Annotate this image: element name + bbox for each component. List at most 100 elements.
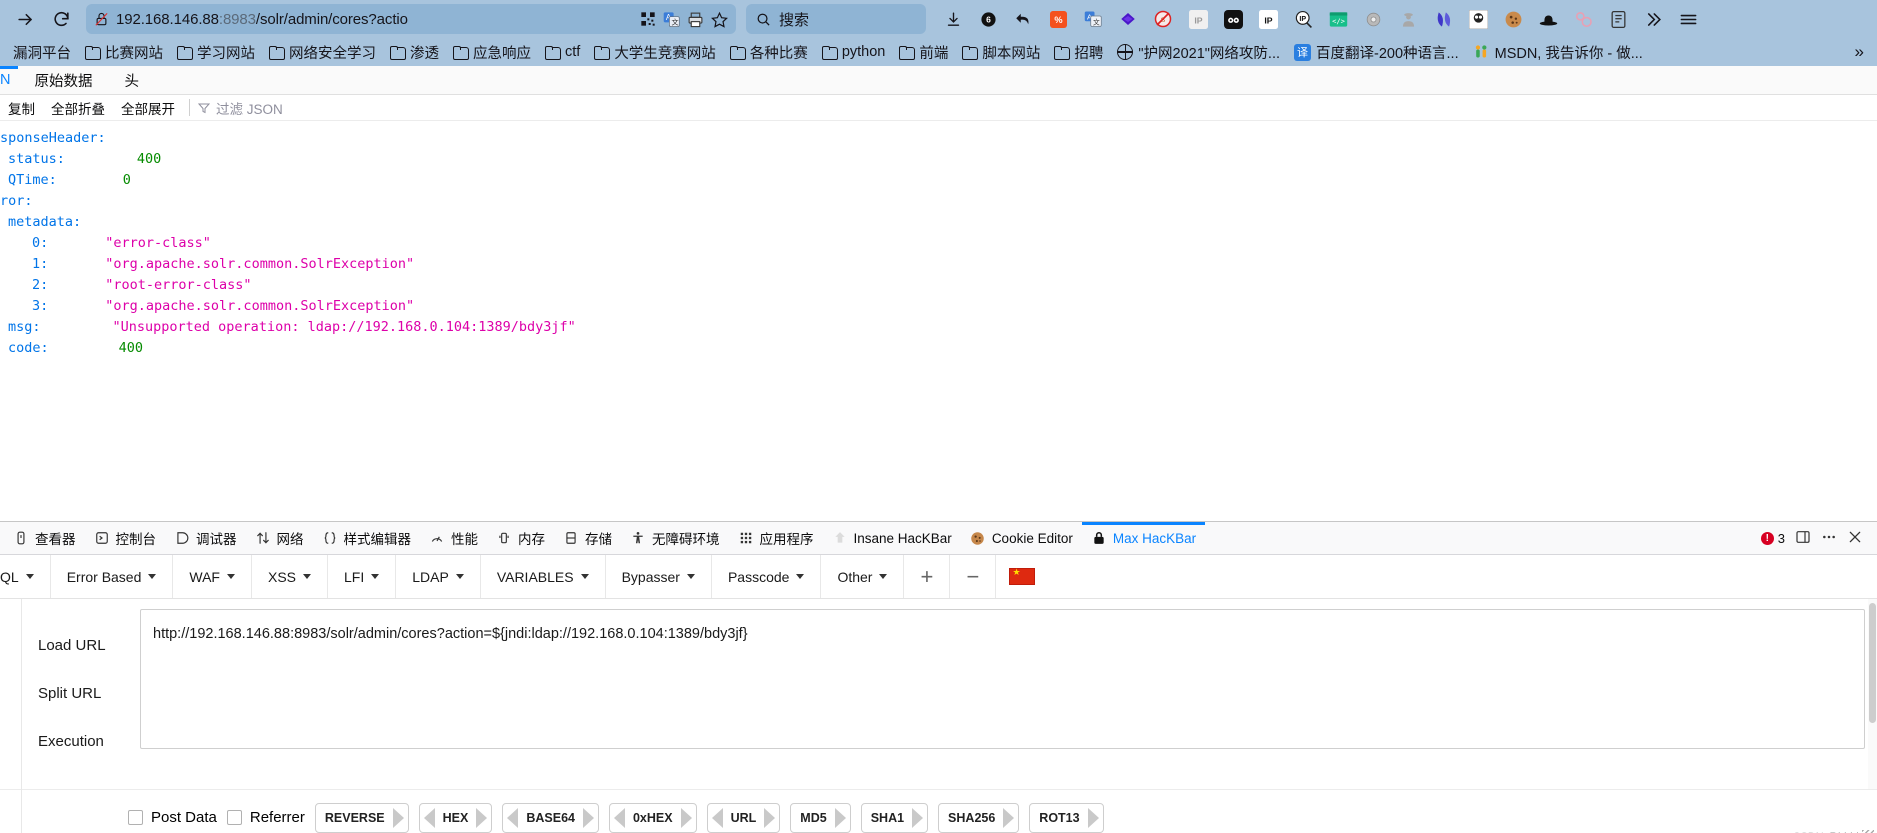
spy-person-icon[interactable] — [1393, 4, 1423, 34]
collapse-all-button[interactable]: 全部折叠 — [43, 98, 113, 118]
encode-arrow-right-icon[interactable] — [912, 807, 924, 828]
encode-arrow-right-icon[interactable] — [392, 807, 404, 828]
bookmark-item[interactable]: 各种比赛 — [723, 40, 815, 65]
json-row[interactable]: 1: "org.apache.solr.common.SolrException" — [0, 253, 1877, 274]
bookmark-item[interactable]: 学习网站 — [170, 40, 262, 65]
hamburger-menu-icon[interactable] — [1673, 4, 1703, 34]
encode-arrow-right-icon[interactable] — [680, 807, 692, 828]
address-bar[interactable]: 192.168.146.88:8983/solr/admin/cores?act… — [86, 4, 736, 34]
devtools-tab-performance[interactable]: 性能 — [420, 522, 487, 554]
encoder-reverse[interactable]: REVERSE — [314, 802, 409, 833]
json-row[interactable]: 3: "org.apache.solr.common.SolrException" — [0, 295, 1877, 316]
print-icon[interactable] — [687, 11, 704, 28]
add-tab-button[interactable]: + — [904, 555, 951, 598]
bookmark-item[interactable]: 译百度翻译-200种语言... — [1287, 40, 1466, 65]
encode-arrow-right-icon[interactable] — [764, 807, 776, 828]
gear-icon[interactable] — [1358, 4, 1388, 34]
ip-dark-icon[interactable]: IP — [1253, 4, 1283, 34]
close-devtools-button[interactable] — [1847, 529, 1863, 548]
hackbar-menu-passcode[interactable]: Passcode — [712, 555, 822, 598]
bookmark-item[interactable]: 漏洞平台 — [6, 40, 78, 65]
encode-arrow-right-icon[interactable] — [582, 807, 594, 828]
wave-blue-icon[interactable] — [1428, 4, 1458, 34]
devtools-tab-inspector[interactable]: 查看器 — [4, 522, 85, 554]
json-filter-input[interactable]: 过滤 JSON — [196, 98, 283, 118]
reload-button[interactable] — [44, 2, 78, 36]
hackbar-menu-xss[interactable]: XSS — [252, 555, 328, 598]
bookmark-item[interactable]: "护网2021"网络攻防... — [1110, 40, 1287, 65]
encoder-url[interactable]: URL — [706, 802, 781, 833]
encode-arrow-right-icon[interactable] — [834, 807, 846, 828]
bookmark-item[interactable]: 招聘 — [1047, 40, 1110, 65]
search-bar[interactable]: 搜索 — [746, 4, 926, 34]
panda-photo-icon[interactable] — [1463, 4, 1493, 34]
devtools-tab-application[interactable]: 应用程序 — [729, 522, 823, 554]
hackbar-menu-error-based[interactable]: Error Based — [51, 555, 174, 598]
hackbar-menu-waf[interactable]: WAF — [173, 555, 252, 598]
translate-icon[interactable]: A文 — [663, 11, 680, 28]
json-row[interactable]: msg: "Unsupported operation: ldap://192.1… — [0, 316, 1877, 337]
encode-arrow-right-icon[interactable] — [1087, 807, 1099, 828]
bookmark-item[interactable]: 网络安全学习 — [262, 40, 383, 65]
bookmark-item[interactable]: 比赛网站 — [78, 40, 170, 65]
encode-arrow-right-icon[interactable] — [476, 807, 488, 828]
bookmark-item[interactable]: 脚本网站 — [955, 40, 1047, 65]
forward-button[interactable] — [8, 2, 42, 36]
hackbar-menu-other[interactable]: Other — [821, 555, 905, 598]
devtools-tab-console[interactable]: 控制台 — [85, 522, 166, 554]
json-row[interactable]: 2: "root-error-class" — [0, 274, 1877, 295]
downloads-icon[interactable] — [938, 4, 968, 34]
translate-ab-icon[interactable]: A文 — [1078, 4, 1108, 34]
devtools-tab-max-hackbar[interactable]: Max HacKBar — [1081, 522, 1206, 554]
percent-orange-icon[interactable]: % — [1043, 4, 1073, 34]
badge-6-icon[interactable]: 6 — [973, 4, 1003, 34]
json-row[interactable]: status: 400 — [0, 148, 1877, 169]
encoder-base64[interactable]: BASE64 — [502, 802, 599, 833]
bookmark-star-icon[interactable] — [711, 11, 728, 28]
remove-tab-button[interactable]: − — [950, 555, 997, 598]
expand-all-button[interactable]: 全部展开 — [113, 98, 183, 118]
scrollbar-thumb[interactable] — [1869, 603, 1876, 723]
bookmark-item[interactable]: ctf — [538, 42, 587, 62]
encode-arrow-right-icon[interactable] — [1003, 807, 1015, 828]
json-row[interactable]: sponseHeader: — [0, 127, 1877, 148]
hackbar-scrollbar[interactable] — [1868, 599, 1877, 789]
decode-arrow-left-icon[interactable] — [711, 807, 723, 828]
devtools-tab-style-editor[interactable]: 样式编辑器 — [313, 522, 421, 554]
error-count-badge[interactable]: ! 3 — [1760, 531, 1785, 546]
bookmark-item[interactable]: 渗透 — [383, 40, 446, 65]
hackbar-menu-variables[interactable]: VARIABLES — [481, 555, 606, 598]
cookie-icon[interactable] — [1498, 4, 1528, 34]
purple-diamond-icon[interactable] — [1113, 4, 1143, 34]
decode-arrow-left-icon[interactable] — [423, 807, 435, 828]
encoder-0xhex[interactable]: 0xHEX — [608, 802, 697, 833]
undo-arrow-icon[interactable] — [1008, 4, 1038, 34]
copy-button[interactable]: 复制 — [0, 98, 43, 118]
encoder-rot13[interactable]: ROT13 — [1029, 802, 1104, 833]
json-row[interactable]: ror: — [0, 190, 1877, 211]
json-row[interactable]: QTime: 0 — [0, 169, 1877, 190]
decode-arrow-left-icon[interactable] — [613, 807, 625, 828]
ip-magnify-icon[interactable]: IP — [1288, 4, 1318, 34]
bubbles-pink-icon[interactable] — [1568, 4, 1598, 34]
decode-arrow-left-icon[interactable] — [507, 807, 519, 828]
devtools-tab-insane-hackbar[interactable]: Insane HacKBar — [823, 522, 961, 554]
devtools-tab-storage[interactable]: 存储 — [554, 522, 621, 554]
no-script-blocked-icon[interactable]: S — [1148, 4, 1178, 34]
meatballs-menu-button[interactable] — [1821, 529, 1837, 548]
hackbar-menu-bypasser[interactable]: Bypasser — [606, 555, 712, 598]
referrer-checkbox[interactable]: Referrer — [226, 809, 305, 826]
code-window-icon[interactable]: </> — [1323, 4, 1353, 34]
ip-light-icon[interactable]: IP — [1183, 4, 1213, 34]
bookmark-item[interactable]: 大学生竞赛网站 — [587, 40, 723, 65]
bookmark-item[interactable]: 应急响应 — [446, 40, 538, 65]
encoder-md5[interactable]: MD5 — [790, 802, 851, 833]
panda-dark-icon[interactable] — [1218, 4, 1248, 34]
devtools-tab-accessibility[interactable]: 无障碍环境 — [621, 522, 729, 554]
json-row[interactable]: metadata: — [0, 211, 1877, 232]
bookmark-item[interactable]: python — [815, 42, 893, 62]
devtools-tab-cookie-editor[interactable]: Cookie Editor — [961, 522, 1082, 554]
devtools-tab-debugger[interactable]: 调试器 — [165, 522, 246, 554]
dock-panel-button[interactable] — [1795, 529, 1811, 548]
bookmarks-overflow-button[interactable]: » — [1848, 40, 1871, 64]
